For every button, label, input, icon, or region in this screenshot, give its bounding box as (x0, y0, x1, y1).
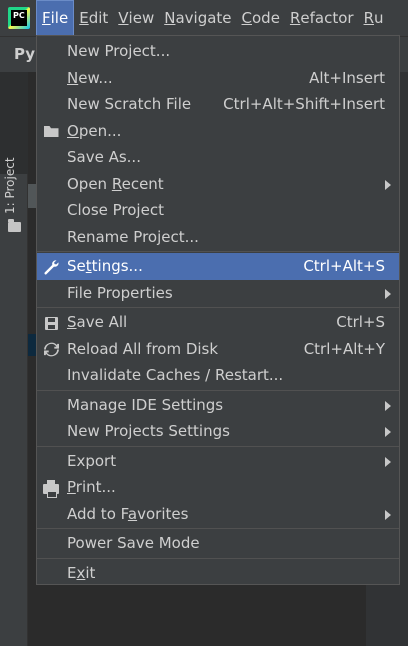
menu-separator (37, 251, 399, 252)
folder-open-icon (42, 124, 60, 140)
menu-item-save-all[interactable]: Save All Ctrl+S (37, 309, 399, 336)
menu-item-label: Open... (67, 121, 122, 140)
menu-item-file-properties[interactable]: File Properties (37, 280, 399, 307)
submenu-arrow-icon (385, 509, 391, 520)
menu-separator (37, 445, 399, 447)
submenu-arrow-icon (385, 288, 391, 299)
menu-view[interactable]: View (113, 0, 159, 36)
menu-item-new[interactable]: New... Alt+Insert (37, 65, 399, 92)
menu-item-label: Power Save Mode (67, 534, 200, 553)
menu-label: avigate (175, 9, 232, 27)
menu-item-label: Close Project (67, 201, 164, 220)
menu-item-label: New Scratch File (67, 95, 192, 114)
menu-item-settings[interactable]: Settings... Ctrl+Alt+S (37, 253, 399, 280)
menu-item-print[interactable]: Print... (37, 474, 399, 501)
menu-refactor[interactable]: Refactor (285, 0, 359, 36)
menu-item-label: Save As... (67, 148, 141, 167)
submenu-arrow-icon (385, 456, 391, 467)
menu-item-label: Invalidate Caches / Restart... (67, 366, 284, 385)
menu-item-new-project[interactable]: New Project... (37, 38, 399, 65)
menu-item-label: New Projects Settings (67, 422, 230, 441)
menu-mnemonic: R (363, 9, 374, 27)
menu-separator (37, 307, 399, 308)
menu-item-label: Manage IDE Settings (67, 395, 224, 414)
menu-item-export[interactable]: Export (37, 448, 399, 475)
menu-item-label: Print... (67, 478, 116, 497)
menu-item-label: Rename Project... (67, 227, 199, 246)
menu-item-label: Export (67, 451, 117, 470)
menu-label: efactor (300, 9, 354, 27)
menu-item-power-save-mode[interactable]: Power Save Mode (37, 530, 399, 557)
menu-label: ode (252, 9, 280, 27)
menu-item-rename-project[interactable]: Rename Project... (37, 224, 399, 251)
menu-label: iew (128, 9, 155, 27)
project-tool-tab[interactable]: 1: Project (0, 72, 28, 232)
project-title: Py (14, 45, 36, 63)
submenu-arrow-icon (385, 179, 391, 190)
menu-separator (37, 528, 399, 529)
menu-item-close-project[interactable]: Close Project (37, 197, 399, 224)
reload-icon (42, 342, 60, 358)
save-disk-icon (42, 315, 60, 331)
menu-mnemonic: R (289, 9, 301, 27)
menu-label: u (374, 9, 384, 27)
file-menu-dropdown: New Project... New... Alt+Insert New Scratc… (36, 35, 400, 585)
menu-item-label: Exit (67, 563, 96, 582)
menu-item-manage-ide-settings[interactable]: Manage IDE Settings (37, 392, 399, 419)
menu-item-reload-all-from-disk[interactable]: Reload All from Disk Ctrl+Alt+Y (37, 336, 399, 363)
menu-label: ile (50, 9, 69, 27)
menu-item-shortcut: Ctrl+S (336, 313, 385, 332)
menu-file[interactable]: File (36, 0, 75, 36)
menu-item-label: Settings... (67, 257, 143, 276)
menu-item-open[interactable]: Open... (37, 118, 399, 145)
menu-separator (37, 557, 399, 559)
wrench-icon (42, 259, 60, 275)
folder-icon (8, 219, 21, 232)
menu-label: dit (88, 9, 109, 27)
printer-icon (42, 480, 60, 498)
menu-item-exit[interactable]: Exit (37, 560, 399, 587)
menu-ru[interactable]: Ru (359, 0, 389, 36)
menu-item-save-as[interactable]: Save As... (37, 144, 399, 171)
menu-item-label: New... (67, 68, 113, 87)
menu-code[interactable]: Code (237, 0, 285, 36)
menu-item-new-scratch-file[interactable]: New Scratch File Ctrl+Alt+Shift+Insert (37, 91, 399, 118)
submenu-arrow-icon (385, 400, 391, 411)
menu-item-label: Open Recent (67, 174, 164, 193)
menu-mnemonic: V (118, 9, 129, 27)
menu-mnemonic: C (241, 9, 252, 27)
project-tab-label: 1: Project (3, 157, 17, 214)
menu-edit[interactable]: Edit (74, 0, 113, 36)
menu-item-shortcut: Ctrl+Alt+Shift+Insert (223, 95, 385, 114)
menu-item-new-projects-settings[interactable]: New Projects Settings (37, 418, 399, 445)
menu-item-label: New Project... (67, 42, 171, 61)
menu-item-add-to-favorites[interactable]: Add to Favorites (37, 501, 399, 528)
menu-item-shortcut: Ctrl+Alt+Y (303, 339, 385, 358)
menu-item-label: File Properties (67, 283, 173, 302)
menu-item-label: Save All (67, 313, 128, 332)
menu-item-shortcut: Alt+Insert (309, 68, 385, 87)
menu-mnemonic: F (42, 9, 51, 27)
main-menu-bar: PC File Edit View Navigate Code Refactor Ru (0, 0, 408, 36)
submenu-arrow-icon (385, 427, 391, 437)
menu-separator (37, 389, 399, 391)
menu-mnemonic: E (79, 9, 89, 27)
menu-item-invalidate-caches-restart[interactable]: Invalidate Caches / Restart... (37, 362, 399, 389)
menu-navigate[interactable]: Navigate (159, 0, 236, 36)
pycharm-logo-icon: PC (8, 7, 30, 29)
menu-item-label: Reload All from Disk (67, 339, 219, 358)
menu-mnemonic: N (164, 9, 176, 27)
menu-item-label: Add to Favorites (67, 504, 189, 523)
menu-item-open-recent[interactable]: Open Recent (37, 171, 399, 198)
menu-item-shortcut: Ctrl+Alt+S (303, 257, 385, 276)
